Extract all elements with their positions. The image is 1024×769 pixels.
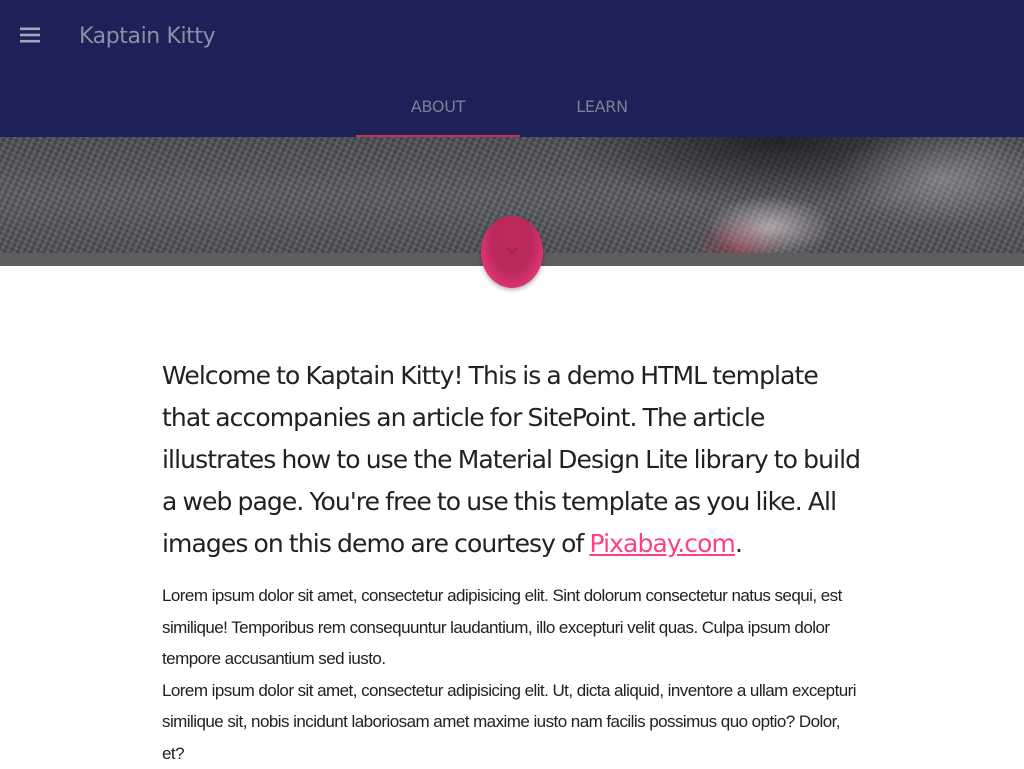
intro-text-period: . <box>735 529 742 558</box>
main-content: Welcome to Kaptain Kitty! This is a demo… <box>162 355 862 769</box>
tab-about[interactable]: ABOUT <box>356 77 520 135</box>
pixabay-link[interactable]: Pixabay.com <box>589 529 734 558</box>
intro-text-body: Welcome to Kaptain Kitty! This is a demo… <box>162 361 860 558</box>
app-title: Kaptain Kitty <box>79 20 215 54</box>
chevron-down-icon <box>505 243 519 261</box>
tab-about-label: ABOUT <box>411 97 465 116</box>
lorem-paragraph-2: Lorem ipsum dolor sit amet, consectetur … <box>162 675 862 769</box>
intro-text: Welcome to Kaptain Kitty! This is a demo… <box>162 355 862 565</box>
hamburger-menu-icon <box>20 27 40 43</box>
lorem-paragraph-1: Lorem ipsum dolor sit amet, consectetur … <box>162 580 862 675</box>
menu-button[interactable] <box>14 19 46 51</box>
tab-learn[interactable]: LEARN <box>520 77 684 135</box>
scroll-down-button[interactable] <box>481 216 543 288</box>
tab-bar: ABOUT LEARN <box>356 77 684 137</box>
tab-learn-label: LEARN <box>576 97 628 116</box>
app-header: Kaptain Kitty ABOUT LEARN <box>0 0 1024 137</box>
